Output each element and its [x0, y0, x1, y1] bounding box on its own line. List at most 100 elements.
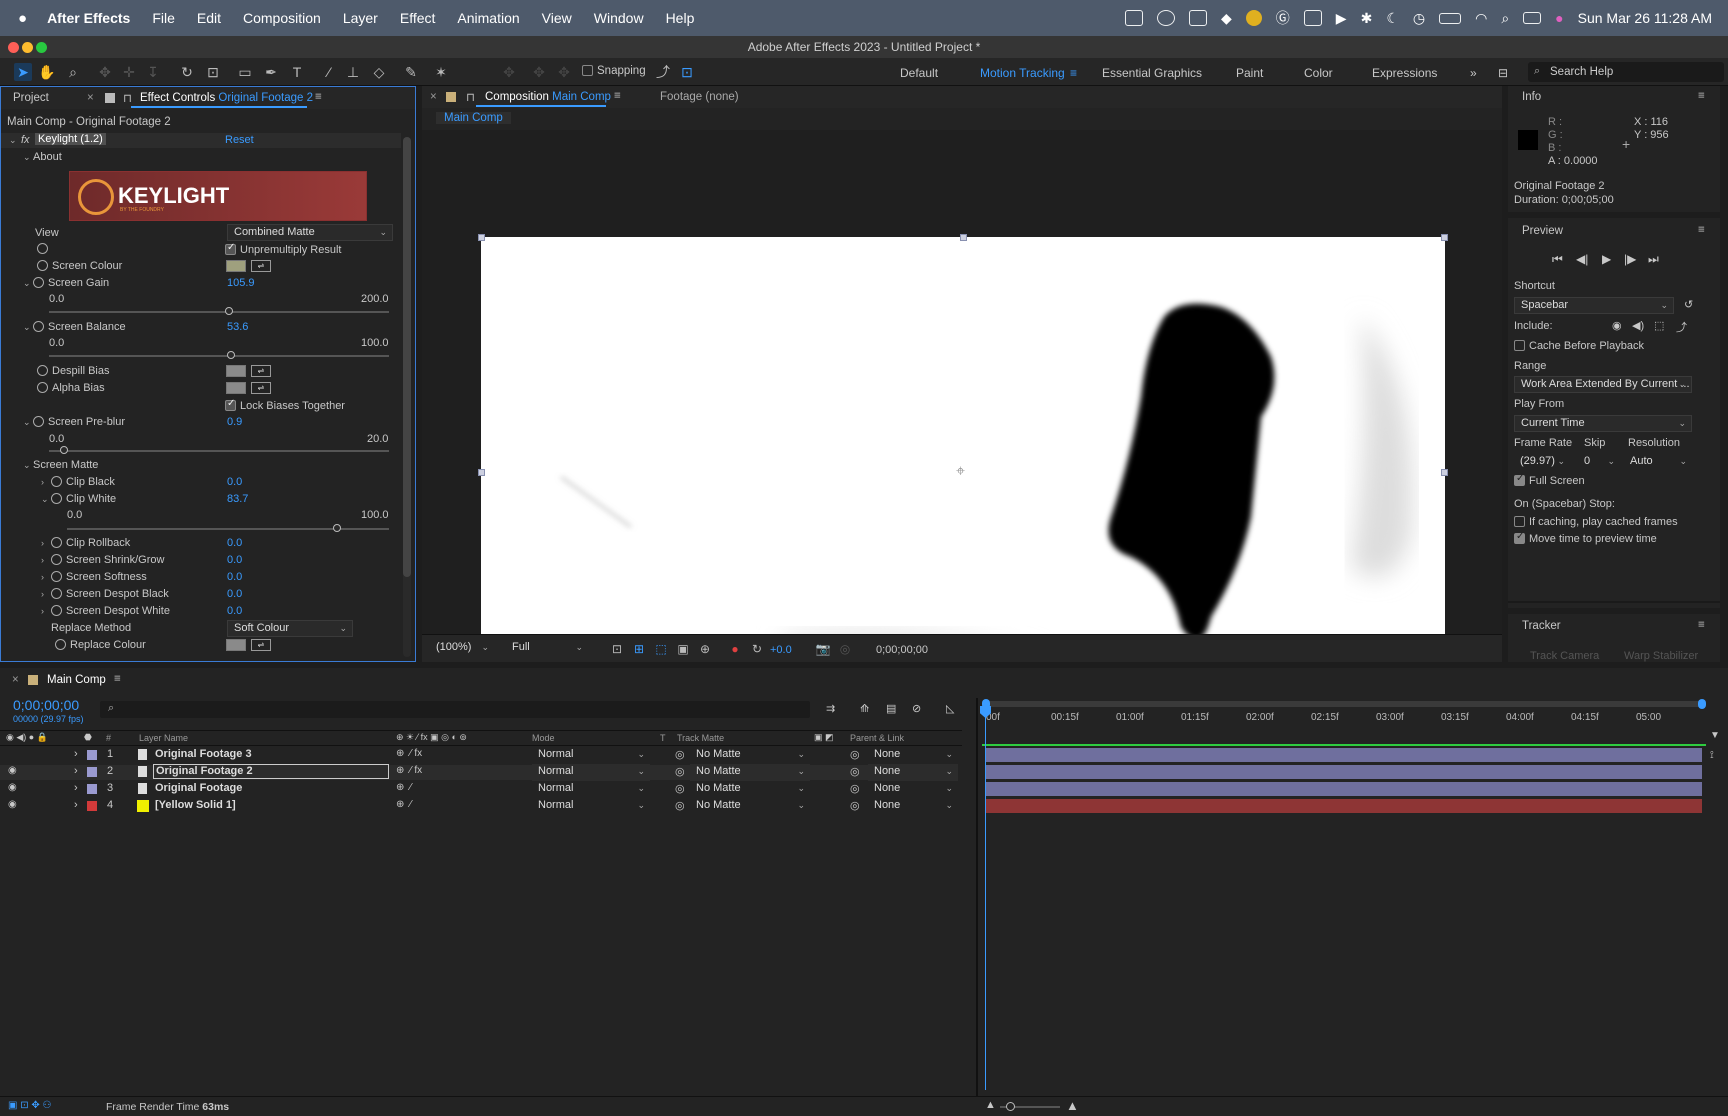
- clip-black-label[interactable]: › Clip Black: [41, 476, 115, 488]
- layer-4-matte-dropdown[interactable]: No Matte ⌄: [690, 798, 810, 815]
- dropbox-icon[interactable]: ◆: [1221, 10, 1232, 27]
- layer-2-mode-dropdown[interactable]: Normal ⌄: [532, 764, 650, 781]
- preview-menu-icon[interactable]: ≡: [1698, 224, 1705, 236]
- unpremultiply-checkbox[interactable]: Unpremultiply Result: [225, 242, 341, 256]
- layer-4-parent-dropdown[interactable]: None ⌄: [868, 798, 958, 815]
- last-frame-icon[interactable]: ⏭: [1648, 252, 1659, 267]
- screen-gain-label[interactable]: ⌄ Screen Gain: [23, 277, 109, 289]
- bluetooth-icon[interactable]: ✱: [1361, 10, 1373, 27]
- softness-value[interactable]: 0.0: [227, 571, 242, 583]
- tracker-menu-icon[interactable]: ≡: [1698, 619, 1705, 631]
- pre-blur-value[interactable]: 0.9: [227, 416, 242, 428]
- menu-view[interactable]: View: [542, 10, 572, 26]
- close-window-button[interactable]: [8, 42, 19, 53]
- play-from-dropdown[interactable]: Current Time ⌄: [1514, 415, 1692, 432]
- effect-collapse-chevron[interactable]: ⌄: [9, 134, 19, 146]
- layer-4-track-matte-icon[interactable]: ◎: [675, 799, 685, 812]
- layer-4-name[interactable]: [Yellow Solid 1]: [155, 799, 236, 811]
- frame-handle-tr[interactable]: [1441, 234, 1448, 241]
- shrink-grow-label[interactable]: › Screen Shrink/Grow: [41, 554, 164, 566]
- first-frame-icon[interactable]: ⏮: [1552, 252, 1563, 267]
- warp-stabilizer-button[interactable]: Warp Stabilizer: [1624, 650, 1698, 662]
- range-dropdown[interactable]: Work Area Extended By Current ... ⌄: [1514, 376, 1692, 393]
- layer-search-field[interactable]: ⌕: [100, 701, 810, 718]
- layer-4-duration-bar[interactable]: [986, 799, 1702, 813]
- control-center-icon[interactable]: [1523, 12, 1542, 24]
- layer-3-matte-dropdown[interactable]: No Matte ⌄: [690, 781, 810, 798]
- snap-features-icon[interactable]: ⊡: [678, 63, 696, 81]
- anchor-point-icon[interactable]: ⌖: [956, 463, 965, 481]
- pre-blur-slider[interactable]: [49, 446, 389, 454]
- grid-guides-icon[interactable]: ⊕: [696, 640, 714, 658]
- despot-black-value[interactable]: 0.0: [227, 588, 242, 600]
- channel-icon[interactable]: ●: [726, 640, 744, 658]
- snapshot-icon[interactable]: 📷: [814, 640, 832, 658]
- skip-dropdown[interactable]: 0 ⌄: [1578, 454, 1620, 471]
- clip-rollback-label[interactable]: › Clip Rollback: [41, 537, 130, 549]
- pre-blur-label[interactable]: ⌄ Screen Pre-blur: [23, 416, 125, 428]
- layer-2-matte-dropdown[interactable]: No Matte ⌄: [690, 764, 810, 781]
- workspace-motion-tracking[interactable]: Motion Tracking: [980, 66, 1065, 80]
- resolution-preview-dropdown[interactable]: Auto ⌄: [1624, 454, 1692, 471]
- timeline-timecode[interactable]: 0;00;00;00: [13, 697, 79, 713]
- clip-black-value[interactable]: 0.0: [227, 476, 242, 488]
- menu-edit[interactable]: Edit: [197, 10, 221, 26]
- extra-tool-icon-2[interactable]: ✥: [530, 63, 548, 81]
- info-menu-icon[interactable]: ≡: [1698, 90, 1705, 102]
- layer-1-track-matte-icon[interactable]: ◎: [675, 748, 685, 761]
- zoom-in-icon[interactable]: ▲: [1066, 1098, 1079, 1113]
- include-video-icon[interactable]: ◉: [1612, 319, 1622, 332]
- screen-balance-slider[interactable]: [49, 351, 389, 359]
- close-tab-icon[interactable]: ×: [87, 92, 94, 104]
- type-tool-icon[interactable]: T: [288, 63, 306, 81]
- about-toggle[interactable]: ⌄ About: [23, 151, 62, 163]
- despot-white-value[interactable]: 0.0: [227, 605, 242, 617]
- comp-flowchart-icon[interactable]: ⇉: [826, 702, 835, 715]
- siri-icon[interactable]: ●: [1555, 10, 1563, 26]
- layer-1-mode-dropdown[interactable]: Normal ⌄: [532, 747, 650, 764]
- frame-handle-tl[interactable]: [478, 234, 485, 241]
- minimize-window-button[interactable]: [22, 42, 33, 53]
- dolly-tool-icon[interactable]: ↧: [144, 63, 162, 81]
- layer-3-parent-dropdown[interactable]: None ⌄: [868, 781, 958, 798]
- subtab-main-comp[interactable]: Main Comp: [436, 112, 511, 124]
- menu-effect[interactable]: Effect: [400, 10, 436, 26]
- layer-1-duration-bar[interactable]: [986, 748, 1702, 762]
- status-icons[interactable]: ▣ ⊡ ✥ ⚇: [8, 1100, 52, 1111]
- screen-balance-value[interactable]: 53.6: [227, 321, 248, 333]
- workspace-default[interactable]: Default: [900, 66, 938, 80]
- app-icon[interactable]: [1189, 10, 1208, 26]
- layer-2-twirl[interactable]: ›: [74, 765, 78, 777]
- softness-label[interactable]: › Screen Softness: [41, 571, 147, 583]
- matte-frame[interactable]: [481, 237, 1445, 634]
- view-dropdown[interactable]: Combined Matte ⌄: [227, 224, 393, 241]
- mask-visibility-icon[interactable]: ⬚: [652, 640, 670, 658]
- effect-scrollbar-thumb[interactable]: [403, 137, 411, 577]
- include-overlays-icon[interactable]: ⬚: [1654, 319, 1664, 332]
- menubar-datetime[interactable]: Sun Mar 26 11:28 AM: [1578, 10, 1712, 26]
- col-parent-link[interactable]: Parent & Link: [850, 733, 904, 743]
- cache-before-playback-checkbox[interactable]: Cache Before Playback: [1514, 340, 1644, 352]
- grammarly-icon[interactable]: Ⓖ: [1276, 8, 1290, 28]
- panel-layout-icon[interactable]: ⊟: [1498, 66, 1508, 80]
- layer-3-twirl[interactable]: ›: [74, 782, 78, 794]
- layer-1-twirl[interactable]: ›: [74, 748, 78, 760]
- comp-lock-icon[interactable]: ⊓: [466, 90, 475, 104]
- layer-2-pickwhip-icon[interactable]: ◎: [850, 765, 860, 778]
- screen-gain-value[interactable]: 105.9: [227, 277, 255, 289]
- screen-balance-label[interactable]: ⌄ Screen Balance: [23, 321, 126, 333]
- zoom-tool-icon[interactable]: ⌕: [64, 63, 82, 81]
- hand-tool-icon[interactable]: ✋: [38, 63, 56, 81]
- screen-matte-toggle[interactable]: ⌄ Screen Matte: [23, 459, 98, 471]
- layer-4-twirl[interactable]: ›: [74, 799, 78, 811]
- extra-tool-icon-3[interactable]: ✥: [555, 63, 573, 81]
- rotation-tool-icon[interactable]: ↻: [178, 63, 196, 81]
- reset-exposure-icon[interactable]: ↻: [748, 640, 766, 658]
- workspace-overflow-icon[interactable]: »: [1470, 66, 1477, 80]
- layer-3-mode-dropdown[interactable]: Normal ⌄: [532, 781, 650, 798]
- effect-scrollbar[interactable]: [403, 137, 411, 657]
- table-row[interactable]: › 1 Original Footage 3 ⊕ ⁄ fx Normal ⌄ ◎ …: [0, 747, 958, 764]
- pan-behind-tool-icon[interactable]: ⊡: [204, 63, 222, 81]
- panel-menu-icon[interactable]: ≡: [315, 91, 322, 103]
- layer-4-mode-dropdown[interactable]: Normal ⌄: [532, 798, 650, 815]
